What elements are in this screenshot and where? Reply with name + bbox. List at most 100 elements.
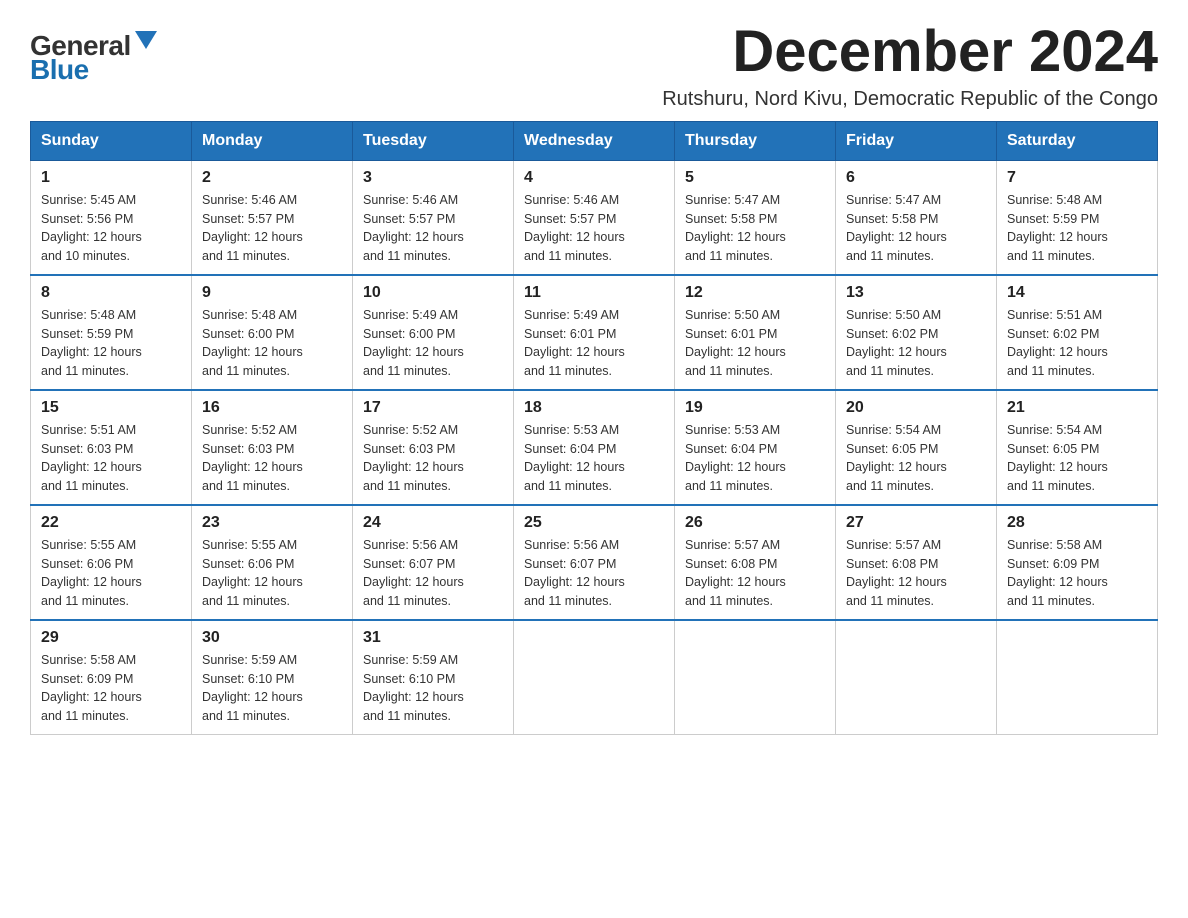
- table-row: 18Sunrise: 5:53 AMSunset: 6:04 PMDayligh…: [514, 390, 675, 505]
- day-info: Sunrise: 5:48 AMSunset: 5:59 PMDaylight:…: [41, 306, 181, 381]
- calendar-week-row: 1 Sunrise: 5:45 AMSunset: 5:56 PMDaylight…: [31, 160, 1158, 275]
- day-number: 22: [41, 514, 181, 532]
- day-info: Sunrise: 5:54 AMSunset: 6:05 PMDaylight:…: [1007, 421, 1147, 496]
- day-number: 19: [685, 399, 825, 417]
- day-info: Sunrise: 5:48 AMSunset: 5:59 PMDaylight:…: [1007, 191, 1147, 266]
- table-row: [836, 620, 997, 735]
- table-row: 20 Sunrise: 5:54 AMSunset: 6:05 PMDayligh…: [836, 390, 997, 505]
- day-info: Sunrise: 5:49 AMSunset: 6:00 PMDaylight:…: [363, 306, 503, 381]
- table-row: 22 Sunrise: 5:55 AMSunset: 6:06 PMDayligh…: [31, 505, 192, 620]
- day-info: Sunrise: 5:51 AMSunset: 6:03 PMDaylight:…: [41, 421, 181, 496]
- day-number: 11: [524, 284, 664, 302]
- table-row: 16 Sunrise: 5:52 AMSunset: 6:03 PMDayligh…: [192, 390, 353, 505]
- day-info: Sunrise: 5:56 AMSunset: 6:07 PMDaylight:…: [363, 536, 503, 611]
- table-row: 2 Sunrise: 5:46 AMSunset: 5:57 PMDaylight…: [192, 160, 353, 275]
- table-row: 25 Sunrise: 5:56 AMSunset: 6:07 PMDayligh…: [514, 505, 675, 620]
- day-info: Sunrise: 5:58 AMSunset: 6:09 PMDaylight:…: [1007, 536, 1147, 611]
- table-row: 28 Sunrise: 5:58 AMSunset: 6:09 PMDayligh…: [997, 505, 1158, 620]
- header-sunday: Sunday: [31, 121, 192, 160]
- header-tuesday: Tuesday: [353, 121, 514, 160]
- day-number: 7: [1007, 169, 1147, 187]
- day-number: 20: [846, 399, 986, 417]
- month-title: December 2024: [662, 20, 1158, 84]
- day-number: 27: [846, 514, 986, 532]
- table-row: 24 Sunrise: 5:56 AMSunset: 6:07 PMDayligh…: [353, 505, 514, 620]
- calendar-header-row: Sunday Monday Tuesday Wednesday Thursday…: [31, 121, 1158, 160]
- table-row: 3 Sunrise: 5:46 AMSunset: 5:57 PMDaylight…: [353, 160, 514, 275]
- table-row: 26 Sunrise: 5:57 AMSunset: 6:08 PMDayligh…: [675, 505, 836, 620]
- day-info: Sunrise: 5:55 AMSunset: 6:06 PMDaylight:…: [41, 536, 181, 611]
- day-info: Sunrise: 5:56 AMSunset: 6:07 PMDaylight:…: [524, 536, 664, 611]
- day-info: Sunrise: 5:47 AMSunset: 5:58 PMDaylight:…: [685, 191, 825, 266]
- day-info: Sunrise: 5:46 AMSunset: 5:57 PMDaylight:…: [363, 191, 503, 266]
- table-row: 23 Sunrise: 5:55 AMSunset: 6:06 PMDayligh…: [192, 505, 353, 620]
- table-row: 19 Sunrise: 5:53 AMSunset: 6:04 PMDayligh…: [675, 390, 836, 505]
- table-row: 15 Sunrise: 5:51 AMSunset: 6:03 PMDayligh…: [31, 390, 192, 505]
- day-info: Sunrise: 5:52 AMSunset: 6:03 PMDaylight:…: [363, 421, 503, 496]
- table-row: 8 Sunrise: 5:48 AMSunset: 5:59 PMDaylight…: [31, 275, 192, 390]
- day-number: 12: [685, 284, 825, 302]
- day-info: Sunrise: 5:48 AMSunset: 6:00 PMDaylight:…: [202, 306, 342, 381]
- day-number: 4: [524, 169, 664, 187]
- table-row: 5 Sunrise: 5:47 AMSunset: 5:58 PMDaylight…: [675, 160, 836, 275]
- day-info: Sunrise: 5:59 AMSunset: 6:10 PMDaylight:…: [363, 651, 503, 726]
- day-number: 6: [846, 169, 986, 187]
- day-number: 10: [363, 284, 503, 302]
- day-number: 5: [685, 169, 825, 187]
- day-number: 13: [846, 284, 986, 302]
- table-row: 6 Sunrise: 5:47 AMSunset: 5:58 PMDaylight…: [836, 160, 997, 275]
- day-number: 31: [363, 629, 503, 647]
- logo-blue-text: Blue: [30, 54, 89, 86]
- location-subtitle: Rutshuru, Nord Kivu, Democratic Republic…: [662, 88, 1158, 111]
- table-row: 31 Sunrise: 5:59 AMSunset: 6:10 PMDayligh…: [353, 620, 514, 735]
- day-info: Sunrise: 5:53 AMSunset: 6:04 PMDaylight:…: [524, 421, 664, 496]
- header-monday: Monday: [192, 121, 353, 160]
- day-number: 24: [363, 514, 503, 532]
- day-info: Sunrise: 5:49 AMSunset: 6:01 PMDaylight:…: [524, 306, 664, 381]
- calendar-week-row: 15 Sunrise: 5:51 AMSunset: 6:03 PMDayligh…: [31, 390, 1158, 505]
- day-number: 2: [202, 169, 342, 187]
- day-number: 16: [202, 399, 342, 417]
- day-info: Sunrise: 5:53 AMSunset: 6:04 PMDaylight:…: [685, 421, 825, 496]
- table-row: [675, 620, 836, 735]
- day-number: 8: [41, 284, 181, 302]
- day-number: 17: [363, 399, 503, 417]
- title-section: December 2024 Rutshuru, Nord Kivu, Democ…: [662, 20, 1158, 111]
- day-info: Sunrise: 5:59 AMSunset: 6:10 PMDaylight:…: [202, 651, 342, 726]
- day-number: 23: [202, 514, 342, 532]
- header-thursday: Thursday: [675, 121, 836, 160]
- day-number: 14: [1007, 284, 1147, 302]
- table-row: 1 Sunrise: 5:45 AMSunset: 5:56 PMDaylight…: [31, 160, 192, 275]
- day-info: Sunrise: 5:50 AMSunset: 6:02 PMDaylight:…: [846, 306, 986, 381]
- day-number: 3: [363, 169, 503, 187]
- day-number: 28: [1007, 514, 1147, 532]
- table-row: 10 Sunrise: 5:49 AMSunset: 6:00 PMDayligh…: [353, 275, 514, 390]
- logo: General Blue: [30, 30, 157, 86]
- page-header: General Blue December 2024 Rutshuru, Nor…: [30, 20, 1158, 111]
- day-info: Sunrise: 5:52 AMSunset: 6:03 PMDaylight:…: [202, 421, 342, 496]
- header-wednesday: Wednesday: [514, 121, 675, 160]
- table-row: 30 Sunrise: 5:59 AMSunset: 6:10 PMDayligh…: [192, 620, 353, 735]
- day-number: 25: [524, 514, 664, 532]
- table-row: 17 Sunrise: 5:52 AMSunset: 6:03 PMDayligh…: [353, 390, 514, 505]
- day-info: Sunrise: 5:47 AMSunset: 5:58 PMDaylight:…: [846, 191, 986, 266]
- table-row: 9 Sunrise: 5:48 AMSunset: 6:00 PMDaylight…: [192, 275, 353, 390]
- header-saturday: Saturday: [997, 121, 1158, 160]
- day-number: 26: [685, 514, 825, 532]
- day-number: 30: [202, 629, 342, 647]
- day-info: Sunrise: 5:57 AMSunset: 6:08 PMDaylight:…: [685, 536, 825, 611]
- table-row: 27Sunrise: 5:57 AMSunset: 6:08 PMDayligh…: [836, 505, 997, 620]
- day-number: 15: [41, 399, 181, 417]
- day-info: Sunrise: 5:45 AMSunset: 5:56 PMDaylight:…: [41, 191, 181, 266]
- day-info: Sunrise: 5:46 AMSunset: 5:57 PMDaylight:…: [202, 191, 342, 266]
- day-number: 21: [1007, 399, 1147, 417]
- table-row: [514, 620, 675, 735]
- day-number: 29: [41, 629, 181, 647]
- calendar-week-row: 22 Sunrise: 5:55 AMSunset: 6:06 PMDayligh…: [31, 505, 1158, 620]
- table-row: 11 Sunrise: 5:49 AMSunset: 6:01 PMDayligh…: [514, 275, 675, 390]
- day-number: 9: [202, 284, 342, 302]
- table-row: 4Sunrise: 5:46 AMSunset: 5:57 PMDaylight…: [514, 160, 675, 275]
- day-info: Sunrise: 5:55 AMSunset: 6:06 PMDaylight:…: [202, 536, 342, 611]
- day-number: 1: [41, 169, 181, 187]
- day-info: Sunrise: 5:54 AMSunset: 6:05 PMDaylight:…: [846, 421, 986, 496]
